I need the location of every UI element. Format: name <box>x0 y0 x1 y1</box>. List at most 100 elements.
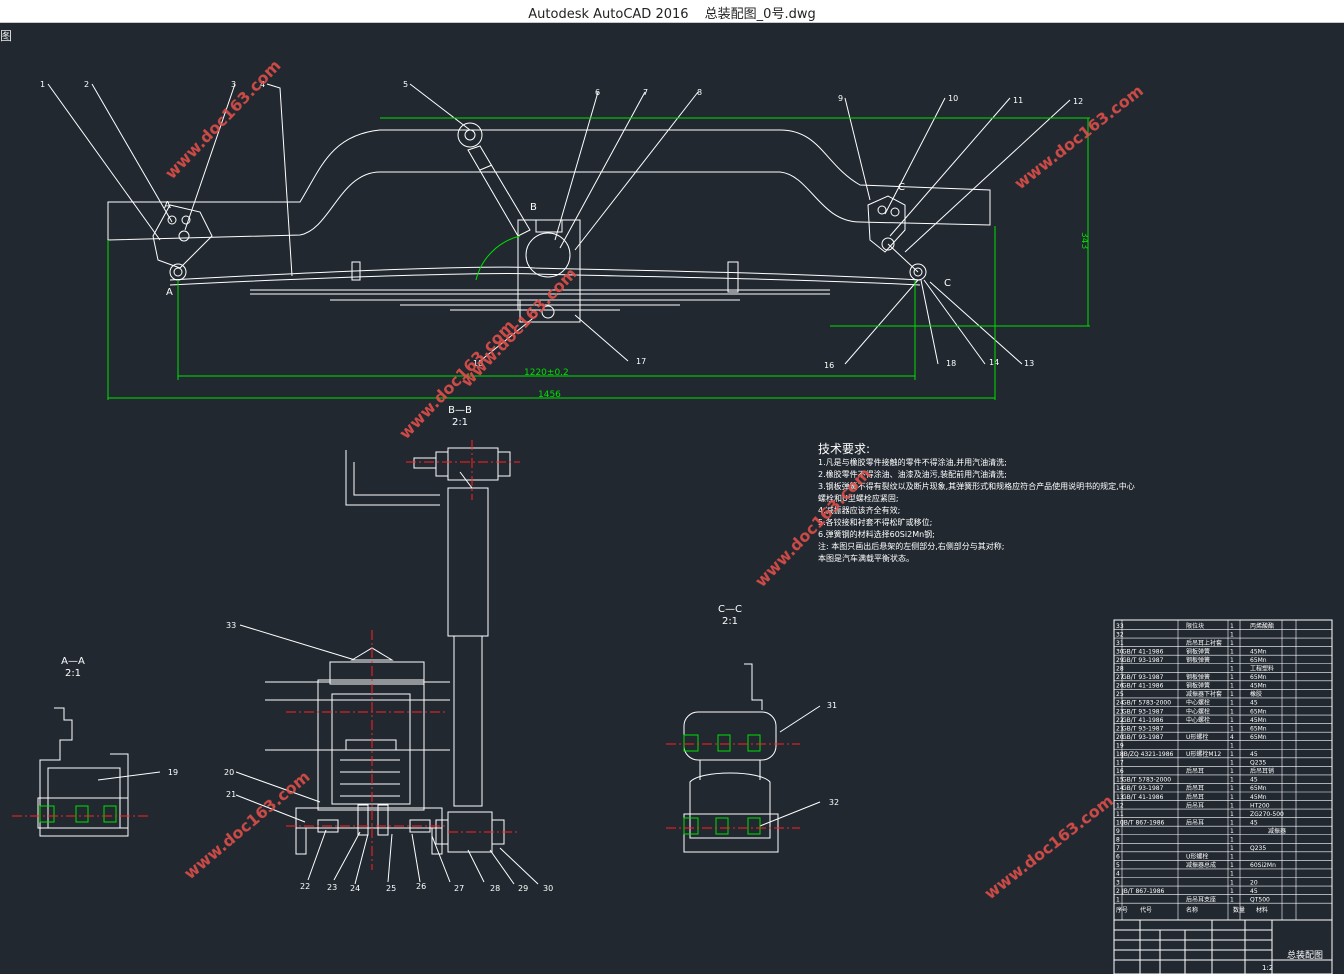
bom-cell-mat: ZG270-500 <box>1250 811 1284 818</box>
bom-cell-mat: Q235 <box>1250 760 1266 767</box>
bom-cell-mat: 65Mn <box>1250 785 1267 792</box>
bom-cell-no: 19 <box>1116 742 1124 749</box>
watermark-6: www.doc163.com <box>180 767 313 883</box>
bom-cell-code: GB/T 5783-2000 <box>1122 700 1171 707</box>
tech-line-1: 1.凡是与橡胶零件接触的零件不得涂油,并用汽油清洗; <box>818 457 1007 467</box>
bom-cell-no: 28 <box>1116 666 1124 673</box>
bom-cell-mat: 45Mn <box>1250 648 1267 655</box>
bom-cell-extra: 减振器 <box>1268 827 1286 835</box>
bom-cell-qty: 1 <box>1230 794 1234 801</box>
dim-1220: 1220±0.2 <box>524 368 569 378</box>
bom-cell-code: GB/T 5783-2000 <box>1122 777 1171 784</box>
watermarks: www.doc163.com www.doc163.com www.doc163… <box>161 56 1147 903</box>
callout-10: 10 <box>948 94 958 103</box>
bom-cell-name: 后吊耳上衬套 <box>1186 639 1222 647</box>
bom-cell-name: 钢板弹簧 <box>1186 682 1210 690</box>
cc-section-view <box>683 663 821 853</box>
viewport-label: 图 <box>0 29 12 43</box>
callout-21: 21 <box>226 790 236 799</box>
section-c-label-bottom: C <box>944 278 951 289</box>
bom-cell-qty: 1 <box>1230 879 1234 886</box>
bom-cell-qty: 1 <box>1230 811 1234 818</box>
bom-cell-mat: 65Mn <box>1250 674 1267 681</box>
callout-33: 33 <box>226 621 236 630</box>
bom-cell-code: GB/T 41-1986 <box>1122 717 1164 724</box>
callout-27: 27 <box>454 884 464 893</box>
bom-header-name: 名称 <box>1186 906 1198 914</box>
callout-5: 5 <box>403 80 408 89</box>
callout-25: 25 <box>386 884 396 893</box>
bom-cell-code: JB/T 867-1986 <box>1121 888 1165 895</box>
cc-centerlines <box>666 743 800 829</box>
bom-cell-mat: Q235 <box>1250 845 1266 852</box>
bom-cell-mat: 丙烯酸酯 <box>1250 622 1274 630</box>
bom-cell-qty: 1 <box>1230 674 1234 681</box>
callout-7: 7 <box>643 88 648 97</box>
bom-cell-no: 5 <box>1116 862 1120 869</box>
bom-cell-name: 减振器下衬套 <box>1186 690 1222 698</box>
bb-title-text: B—B <box>448 405 472 416</box>
cc-title-text: C—C <box>718 604 742 615</box>
callout-1: 1 <box>40 80 45 89</box>
bom-cell-no: 6 <box>1116 854 1120 861</box>
bom-cell-code: JB/T 867-1986 <box>1121 819 1165 826</box>
bom-cell-qty: 1 <box>1230 725 1234 732</box>
bom-cell-mat: 60Si2Mn <box>1250 862 1276 869</box>
callout-2: 2 <box>84 80 89 89</box>
bom-cell-code: GB/T 93-1987 <box>1122 785 1164 792</box>
bom-cell-name: U形螺栓 <box>1186 853 1208 861</box>
bom-cell-name: U形螺栓 <box>1186 733 1208 741</box>
bom-cell-code: GB/T 41-1986 <box>1122 648 1164 655</box>
bom-cell-no: 25 <box>1116 691 1124 698</box>
bom-table: 33 限位块 1 丙烯酸酯32 131 后吊耳上衬套 130GB/T 41-1986 钢板弹簧… <box>1113 619 1333 974</box>
bom-cell-mat: 45 <box>1250 751 1258 758</box>
bom-cell-code: GB/T 93-1987 <box>1122 674 1164 681</box>
bom-cell-qty: 1 <box>1230 623 1234 630</box>
bom-cell-name: 后吊耳 <box>1186 767 1204 775</box>
bom-cell-mat: 45Mn <box>1250 794 1267 801</box>
bom-cell-no: 11 <box>1116 811 1124 818</box>
bom-cell-mat: 工程塑料 <box>1250 665 1274 673</box>
aa-scale-text: 2:1 <box>65 668 81 679</box>
tech-line-9: 本图是汽车满载平衡状态。 <box>818 553 914 563</box>
callout-14: 14 <box>989 358 999 367</box>
main-assembly-view <box>47 83 1071 365</box>
bom-cell-mat: 65Mn <box>1250 734 1267 741</box>
section-b-label: B <box>530 202 537 213</box>
bom-cell-qty: 1 <box>1230 862 1234 869</box>
callout-3: 3 <box>231 80 236 89</box>
tech-line-6: 5.各铰接和衬套不得松旷或移位; <box>818 517 932 527</box>
bom-cell-mat: 65Mn <box>1250 725 1267 732</box>
axle-section-view <box>235 624 539 885</box>
bb-scale-text: 2:1 <box>452 417 468 428</box>
bom-cell-mat: 45Mn <box>1250 683 1267 690</box>
callout-17: 17 <box>636 357 646 366</box>
aa-dim <box>39 805 117 823</box>
bom-cell-code: GB/T 41-1986 <box>1122 794 1164 801</box>
drawing-canvas[interactable]: 图 A A B C C 1 2 3 4 5 6 7 8 9 10 11 12 1… <box>0 22 1344 974</box>
bom-cell-qty: 1 <box>1230 666 1234 673</box>
window-title: Autodesk AutoCAD 2016 总装配图_0号.dwg <box>0 3 1344 22</box>
bom-cell-no: 31 <box>1116 640 1124 647</box>
bom-cell-name: 钢板弹簧 <box>1186 673 1210 681</box>
bom-cell-qty: 1 <box>1230 648 1234 655</box>
title-block <box>1114 919 1332 974</box>
bom-cell-mat: 45 <box>1250 777 1258 784</box>
bom-header-mat: 材料 <box>1256 906 1268 914</box>
bom-cell-mat: 45 <box>1250 700 1258 707</box>
watermark-5: www.doc163.com <box>751 464 874 591</box>
dimension-lines <box>107 117 1090 400</box>
callout-23: 23 <box>327 883 337 892</box>
bom-cell-name: 后吊耳 <box>1186 818 1204 826</box>
bom-cell-name: 后吊耳 <box>1186 793 1204 801</box>
bom-header-no: 序号 <box>1116 906 1128 914</box>
bom-cell-no: 17 <box>1116 760 1124 767</box>
cc-dim <box>683 734 761 835</box>
bom-cell-qty: 1 <box>1230 751 1234 758</box>
bom-cell-no: 9 <box>1116 828 1120 835</box>
bom-cell-code: GB/T 93-1987 <box>1122 708 1164 715</box>
bom-cell-no: 4 <box>1116 871 1120 878</box>
callout-31: 31 <box>827 701 837 710</box>
bb-section-view <box>345 447 511 853</box>
bom-cell-name: 后吊耳 <box>1186 801 1204 809</box>
